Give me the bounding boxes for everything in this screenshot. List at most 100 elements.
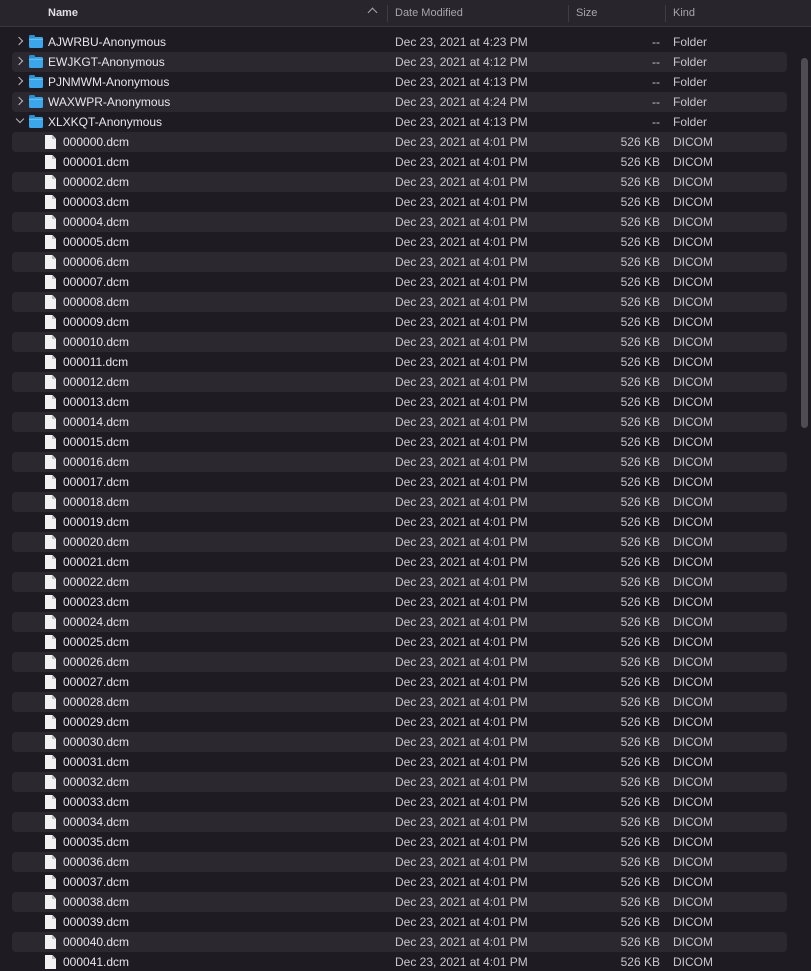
file-kind: DICOM [673, 335, 713, 349]
file-name: 000024.dcm [63, 615, 130, 629]
document-icon [45, 275, 56, 289]
file-row[interactable]: 000035.dcm Dec 23, 2021 at 4:01 PM 526 KB D… [12, 832, 787, 852]
file-size: 526 KB [620, 575, 660, 589]
column-header-kind[interactable]: Kind [673, 0, 695, 26]
date-modified: Dec 23, 2021 at 4:01 PM [395, 915, 528, 929]
document-icon [45, 235, 56, 249]
column-divider[interactable] [665, 5, 666, 22]
file-row[interactable]: 000020.dcm Dec 23, 2021 at 4:01 PM 526 KB D… [12, 532, 787, 552]
file-row[interactable]: 000004.dcm Dec 23, 2021 at 4:01 PM 526 KB D… [12, 212, 787, 232]
file-row[interactable]: 000032.dcm Dec 23, 2021 at 4:01 PM 526 KB D… [12, 772, 787, 792]
file-row[interactable]: 000031.dcm Dec 23, 2021 at 4:01 PM 526 KB D… [12, 752, 787, 772]
file-row[interactable]: 000009.dcm Dec 23, 2021 at 4:01 PM 526 KB D… [12, 312, 787, 332]
file-row[interactable]: 000030.dcm Dec 23, 2021 at 4:01 PM 526 KB D… [12, 732, 787, 752]
document-icon [45, 135, 56, 149]
date-modified: Dec 23, 2021 at 4:01 PM [395, 175, 528, 189]
file-row[interactable]: 000000.dcm Dec 23, 2021 at 4:01 PM 526 KB D… [12, 132, 787, 152]
file-row[interactable]: 000026.dcm Dec 23, 2021 at 4:01 PM 526 KB D… [12, 652, 787, 672]
document-icon [45, 935, 56, 949]
file-row[interactable]: 000011.dcm Dec 23, 2021 at 4:01 PM 526 KB D… [12, 352, 787, 372]
file-row[interactable]: 000012.dcm Dec 23, 2021 at 4:01 PM 526 KB D… [12, 372, 787, 392]
file-row[interactable]: 000017.dcm Dec 23, 2021 at 4:01 PM 526 KB D… [12, 472, 787, 492]
folder-row[interactable]: EWJKGT-Anonymous Dec 23, 2021 at 4:12 PM -… [12, 52, 787, 72]
folder-icon [29, 55, 43, 68]
file-row[interactable]: 000024.dcm Dec 23, 2021 at 4:01 PM 526 KB D… [12, 612, 787, 632]
folder-row[interactable]: WAXWPR-Anonymous Dec 23, 2021 at 4:24 PM -… [12, 92, 787, 112]
file-row[interactable]: 000037.dcm Dec 23, 2021 at 4:01 PM 526 KB D… [12, 872, 787, 892]
file-kind: DICOM [673, 535, 713, 549]
document-icon [45, 175, 56, 189]
file-kind: Folder [673, 35, 708, 49]
file-row[interactable]: 000038.dcm Dec 23, 2021 at 4:01 PM 526 KB D… [12, 892, 787, 912]
file-size: 526 KB [620, 855, 660, 869]
file-row[interactable]: 000041.dcm Dec 23, 2021 at 4:01 PM 526 KB D… [12, 952, 787, 971]
file-row[interactable]: 000001.dcm Dec 23, 2021 at 4:01 PM 526 KB D… [12, 152, 787, 172]
file-row[interactable]: 000034.dcm Dec 23, 2021 at 4:01 PM 526 KB D… [12, 812, 787, 832]
file-kind: DICOM [673, 315, 713, 329]
file-kind: DICOM [673, 175, 713, 189]
file-name: 000035.dcm [63, 835, 130, 849]
disclosure-collapsed-icon[interactable] [14, 96, 24, 106]
disclosure-collapsed-icon[interactable] [14, 56, 24, 66]
folder-row[interactable]: XLXKQT-Anonymous Dec 23, 2021 at 4:13 PM -… [12, 112, 787, 132]
folder-row[interactable]: PJNMWM-Anonymous Dec 23, 2021 at 4:13 PM -… [12, 72, 787, 92]
folder-row[interactable]: AJWRBU-Anonymous Dec 23, 2021 at 4:23 PM -… [12, 32, 787, 52]
file-name: 000011.dcm [63, 355, 129, 369]
file-row[interactable]: 000036.dcm Dec 23, 2021 at 4:01 PM 526 KB D… [12, 852, 787, 872]
file-size: 526 KB [620, 195, 660, 209]
file-row[interactable]: 000008.dcm Dec 23, 2021 at 4:01 PM 526 KB D… [12, 292, 787, 312]
file-row[interactable]: 000022.dcm Dec 23, 2021 at 4:01 PM 526 KB D… [12, 572, 787, 592]
date-modified: Dec 23, 2021 at 4:01 PM [395, 875, 528, 889]
file-row[interactable]: 000027.dcm Dec 23, 2021 at 4:01 PM 526 KB D… [12, 672, 787, 692]
folder-name: AJWRBU-Anonymous [48, 35, 167, 49]
file-row[interactable]: 000040.dcm Dec 23, 2021 at 4:01 PM 526 KB D… [12, 932, 787, 952]
column-header-date-modified[interactable]: Date Modified [395, 0, 463, 26]
file-row[interactable]: 000028.dcm Dec 23, 2021 at 4:01 PM 526 KB D… [12, 692, 787, 712]
file-kind: DICOM [673, 455, 713, 469]
disclosure-collapsed-icon[interactable] [14, 36, 24, 46]
file-size: 526 KB [620, 935, 660, 949]
file-row[interactable]: 000007.dcm Dec 23, 2021 at 4:01 PM 526 KB D… [12, 272, 787, 292]
file-row[interactable]: 000021.dcm Dec 23, 2021 at 4:01 PM 526 KB D… [12, 552, 787, 572]
document-icon [45, 455, 56, 469]
file-kind: DICOM [673, 795, 713, 809]
file-row[interactable]: 000029.dcm Dec 23, 2021 at 4:01 PM 526 KB D… [12, 712, 787, 732]
file-kind: DICOM [673, 915, 713, 929]
file-row[interactable]: 000019.dcm Dec 23, 2021 at 4:01 PM 526 KB D… [12, 512, 787, 532]
sort-ascending-icon[interactable] [367, 7, 378, 18]
file-row[interactable]: 000023.dcm Dec 23, 2021 at 4:01 PM 526 KB D… [12, 592, 787, 612]
file-size: -- [652, 115, 660, 129]
file-row[interactable]: 000003.dcm Dec 23, 2021 at 4:01 PM 526 KB D… [12, 192, 787, 212]
disclosure-expanded-icon[interactable] [15, 114, 25, 124]
document-icon [45, 795, 56, 809]
file-row[interactable]: 000005.dcm Dec 23, 2021 at 4:01 PM 526 KB D… [12, 232, 787, 252]
file-name: 000021.dcm [63, 555, 130, 569]
file-row[interactable]: 000033.dcm Dec 23, 2021 at 4:01 PM 526 KB D… [12, 792, 787, 812]
file-row[interactable]: 000014.dcm Dec 23, 2021 at 4:01 PM 526 KB D… [12, 412, 787, 432]
file-size: 526 KB [620, 515, 660, 529]
date-modified: Dec 23, 2021 at 4:01 PM [395, 235, 528, 249]
scrollbar-thumb[interactable] [801, 58, 808, 428]
file-row[interactable]: 000016.dcm Dec 23, 2021 at 4:01 PM 526 KB D… [12, 452, 787, 472]
vertical-scrollbar[interactable] [797, 27, 811, 971]
file-kind: Folder [673, 75, 708, 89]
file-row[interactable]: 000010.dcm Dec 23, 2021 at 4:01 PM 526 KB D… [12, 332, 787, 352]
date-modified: Dec 23, 2021 at 4:01 PM [395, 195, 528, 209]
file-row[interactable]: 000025.dcm Dec 23, 2021 at 4:01 PM 526 KB D… [12, 632, 787, 652]
file-name: 000018.dcm [63, 495, 130, 509]
file-row[interactable]: 000013.dcm Dec 23, 2021 at 4:01 PM 526 KB D… [12, 392, 787, 412]
document-icon [45, 655, 56, 669]
file-row[interactable]: 000018.dcm Dec 23, 2021 at 4:01 PM 526 KB D… [12, 492, 787, 512]
disclosure-collapsed-icon[interactable] [14, 76, 24, 86]
file-row[interactable]: 000015.dcm Dec 23, 2021 at 4:01 PM 526 KB D… [12, 432, 787, 452]
file-size: 526 KB [620, 875, 660, 889]
document-icon [45, 715, 56, 729]
column-divider[interactable] [568, 5, 569, 22]
column-header-size[interactable]: Size [576, 0, 597, 26]
file-size: 526 KB [620, 375, 660, 389]
file-row[interactable]: 000039.dcm Dec 23, 2021 at 4:01 PM 526 KB D… [12, 912, 787, 932]
column-header-name[interactable]: Name [48, 0, 78, 26]
file-row[interactable]: 000006.dcm Dec 23, 2021 at 4:01 PM 526 KB D… [12, 252, 787, 272]
column-divider[interactable] [387, 5, 388, 22]
file-row[interactable]: 000002.dcm Dec 23, 2021 at 4:01 PM 526 KB D… [12, 172, 787, 192]
